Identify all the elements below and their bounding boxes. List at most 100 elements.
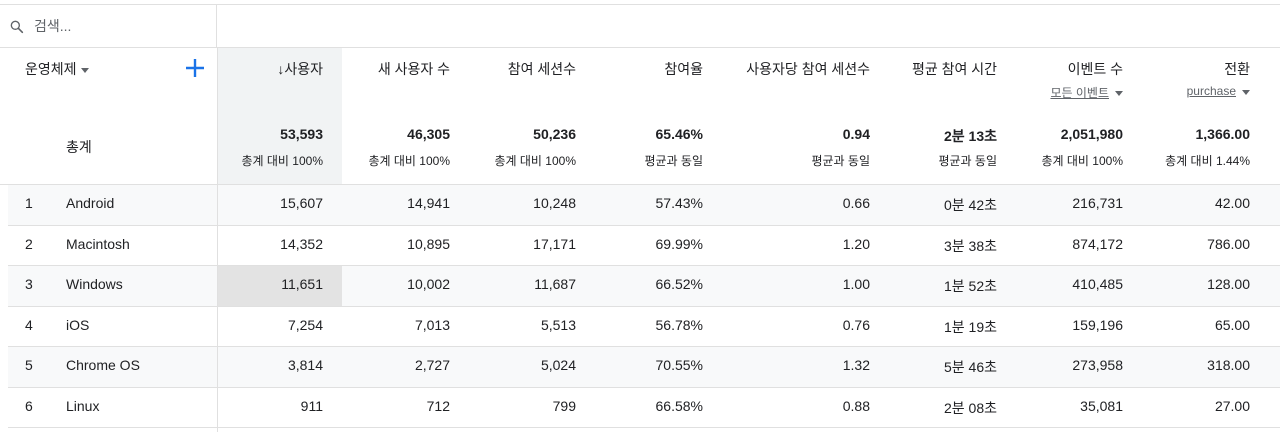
hovered-cell-shade [218,266,342,306]
total-value: 53,593 [280,126,323,142]
cell-avg-engagement-time: 1분 19초 [943,319,997,335]
cell-engaged-sessions: 5,513 [540,317,576,333]
total-subtext: 총계 대비 100% [368,154,450,168]
cell-engagement-rate: 70.55% [655,357,703,373]
total-value: 2분 13초 [943,128,997,144]
total-subtext: 총계 대비 100% [241,154,323,168]
cell-users: 14,352 [280,236,323,252]
caret-down-icon [80,67,89,73]
total-subtext: 평균과 동일 [644,154,703,168]
cell-engaged-sessions-per-user: 0.76 [842,317,870,333]
row-divider [8,346,1280,347]
column-header-event-count[interactable]: 이벤트 수 [1068,59,1123,79]
total-value: 65.46% [655,126,703,142]
cell-avg-engagement-time: 0분 42초 [943,197,997,213]
header-divider [0,47,1280,48]
totals-label: 총계 [66,139,92,155]
cell-avg-engagement-time: 3분 38초 [943,238,997,254]
row-rank: 3 [25,276,33,292]
column-header-avg-engagement-time[interactable]: 평균 참여 시간 [912,59,997,79]
add-dimension-button[interactable] [184,57,206,79]
cell-users: 15,607 [280,195,323,211]
cell-event-count: 874,172 [1072,236,1123,252]
cell-conversions: 128.00 [1207,276,1250,292]
caret-down-icon [1115,91,1123,96]
column-header-conversions[interactable]: 전환 [1224,59,1250,79]
cell-event-count: 410,485 [1072,276,1123,292]
total-subtext: 총계 대비 1.44% [1165,154,1250,168]
row-rank: 6 [25,398,33,414]
total-value: 2,051,980 [1060,126,1123,142]
dimension-selector[interactable]: 운영체제 [25,59,89,79]
cell-engaged-sessions: 10,248 [533,195,576,211]
cell-engaged-sessions: 17,171 [533,236,576,252]
event-filter-dropdown[interactable]: 모든 이벤트 [1050,84,1123,101]
caret-down-icon [1242,89,1250,95]
cell-engagement-rate: 66.52% [655,276,703,292]
cell-conversions: 786.00 [1207,236,1250,252]
cell-engagement-rate: 69.99% [655,236,703,252]
row-dimension-value[interactable]: Windows [66,276,123,292]
cell-new-users: 7,013 [414,317,450,333]
total-value: 1,366.00 [1195,126,1251,142]
row-dimension-value[interactable]: Android [66,195,114,211]
row-rank: 2 [25,236,33,252]
total-subtext: 총계 대비 100% [1041,154,1123,168]
cell-conversions: 65.00 [1214,317,1250,333]
dimension-column-divider [217,48,218,432]
conversion-filter-label: purchase [1186,84,1236,98]
cell-avg-engagement-time: 1분 52초 [943,278,997,294]
cell-users: 911 [300,398,323,414]
row-divider [8,427,1280,428]
total-subtext: 평균과 동일 [811,154,870,168]
column-header-users[interactable]: ↓사용자 [277,59,323,79]
column-header-engagement-rate[interactable]: 참여율 [664,59,703,79]
cell-conversions: 42.00 [1214,195,1250,211]
row-dimension-value[interactable]: Chrome OS [66,357,140,373]
cell-engaged-sessions-per-user: 1.32 [842,357,870,373]
cell-event-count: 273,958 [1072,357,1123,373]
row-rank: 1 [25,195,33,211]
cell-engaged-sessions: 799 [552,398,576,414]
cell-engaged-sessions: 5,024 [540,357,576,373]
row-rank: 5 [25,357,33,373]
cell-event-count: 159,196 [1072,317,1123,333]
total-value: 46,305 [407,126,450,142]
search-bar [0,5,217,47]
search-icon [10,20,24,34]
cell-new-users: 712 [426,398,450,414]
sort-column-total-shade [218,111,342,184]
cell-users: 11,651 [281,276,323,292]
total-subtext: 평균과 동일 [938,154,997,168]
row-divider [8,306,1280,307]
cell-conversions: 318.00 [1207,357,1250,373]
conversion-filter-dropdown[interactable]: purchase [1187,84,1250,98]
row-rank: 4 [25,317,33,333]
cell-new-users: 10,895 [407,236,450,252]
cell-engaged-sessions-per-user: 1.20 [842,236,870,252]
cell-engagement-rate: 66.58% [655,398,703,414]
row-dimension-value[interactable]: Linux [66,398,99,414]
cell-avg-engagement-time: 2분 08초 [943,400,997,416]
row-dimension-value[interactable]: iOS [66,317,89,333]
column-header-engaged-sessions[interactable]: 참여 세션수 [508,59,576,79]
column-header-new-users[interactable]: 새 사용자 수 [378,59,450,79]
search-input[interactable] [34,13,209,39]
cell-new-users: 14,941 [407,195,450,211]
cell-engaged-sessions: 11,687 [534,276,576,292]
row-divider [8,387,1280,388]
dimension-label: 운영체제 [25,61,77,77]
cell-engaged-sessions-per-user: 0.88 [842,398,870,414]
row-dimension-value[interactable]: Macintosh [66,236,130,252]
cell-users: 7,254 [287,317,323,333]
total-value: 0.94 [842,126,870,142]
cell-engagement-rate: 57.43% [655,195,703,211]
cell-conversions: 27.00 [1214,398,1250,414]
cell-engaged-sessions-per-user: 0.66 [842,195,870,211]
total-value: 50,236 [533,126,576,142]
column-header-engaged-sessions-per-user[interactable]: 사용자당 참여 세션수 [746,59,870,79]
row-divider [8,265,1280,266]
cell-event-count: 216,731 [1072,195,1123,211]
cell-new-users: 10,002 [407,276,450,292]
sort-column-header-shade [218,48,342,111]
